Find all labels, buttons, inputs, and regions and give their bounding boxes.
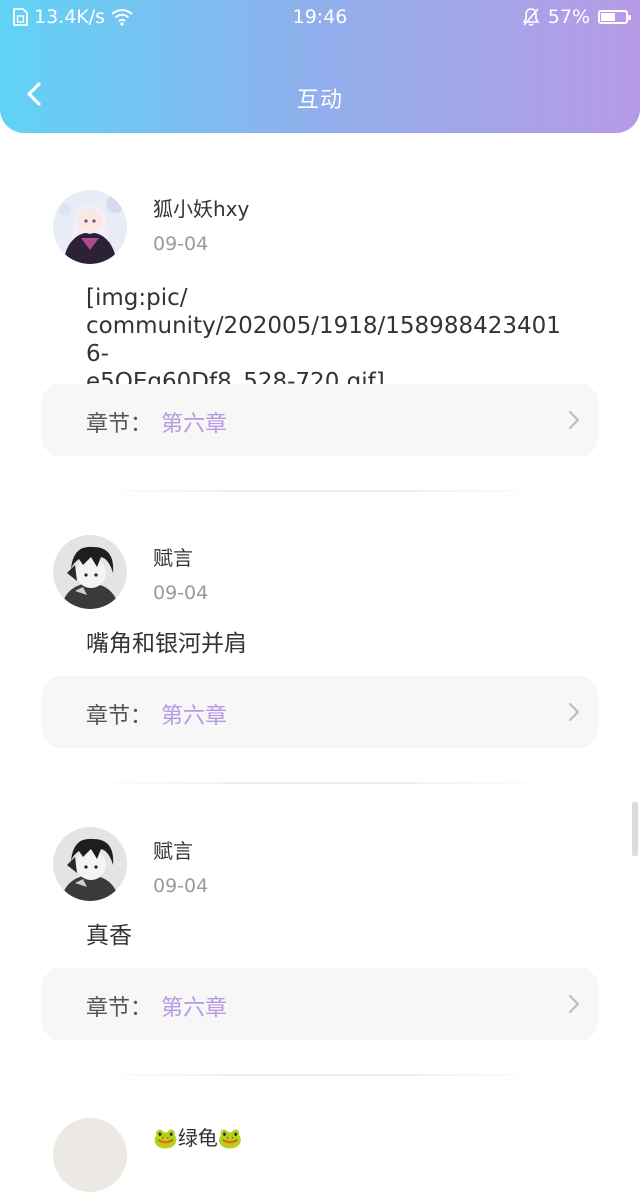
chapter-link[interactable]: 章节： 第六章	[42, 676, 598, 748]
avatar[interactable]	[53, 535, 127, 609]
username[interactable]: 🐸绿龟🐸	[153, 1122, 243, 1151]
username[interactable]: 赋言	[153, 542, 193, 571]
chevron-right-icon	[568, 994, 580, 1014]
chapter-name: 第六章	[161, 996, 228, 1021]
anime-avatar-image	[53, 827, 127, 901]
chapter-label: 章节：	[86, 412, 153, 437]
mute-bell-icon	[522, 8, 540, 26]
chevron-right-icon	[568, 702, 580, 722]
avatar[interactable]	[53, 1118, 127, 1192]
username[interactable]: 赋言	[153, 835, 193, 864]
chapter-name: 第六章	[161, 704, 228, 729]
comment-date: 09-04	[153, 875, 209, 897]
chapter-link[interactable]: 章节： 第六章	[42, 968, 598, 1040]
page-title: 互动	[296, 88, 343, 113]
divider	[90, 490, 550, 492]
nav-bar: 互动	[0, 60, 640, 132]
divider	[90, 1074, 550, 1076]
status-bar: 13.4K/s 19:46 57%	[0, 0, 640, 34]
avatar[interactable]	[53, 190, 127, 264]
comment-content: [img:pic/ community/202005/1918/15898842…	[86, 285, 561, 395]
anime-avatar-image	[53, 190, 127, 264]
header: 13.4K/s 19:46 57% 互动	[0, 0, 640, 133]
chapter-label: 章节：	[86, 704, 153, 729]
username[interactable]: 狐小妖hxy	[153, 193, 249, 222]
status-right: 57%	[522, 6, 631, 28]
battery-icon	[598, 10, 631, 24]
divider	[90, 782, 550, 784]
anime-avatar-image	[53, 535, 127, 609]
comment-date: 09-04	[153, 582, 209, 604]
chapter-link[interactable]: 章节： 第六章	[42, 384, 598, 456]
chapter-label: 章节：	[86, 996, 153, 1021]
battery-level	[601, 13, 615, 21]
avatar[interactable]	[53, 827, 127, 901]
comment-content: 嘴角和银河并肩	[86, 631, 247, 657]
battery-percent: 57%	[547, 6, 590, 28]
chevron-right-icon	[568, 410, 580, 430]
comment-content: 真香	[86, 923, 132, 949]
chapter-name: 第六章	[161, 412, 228, 437]
scrollbar[interactable]	[632, 802, 638, 856]
comment-date: 09-04	[153, 233, 209, 255]
